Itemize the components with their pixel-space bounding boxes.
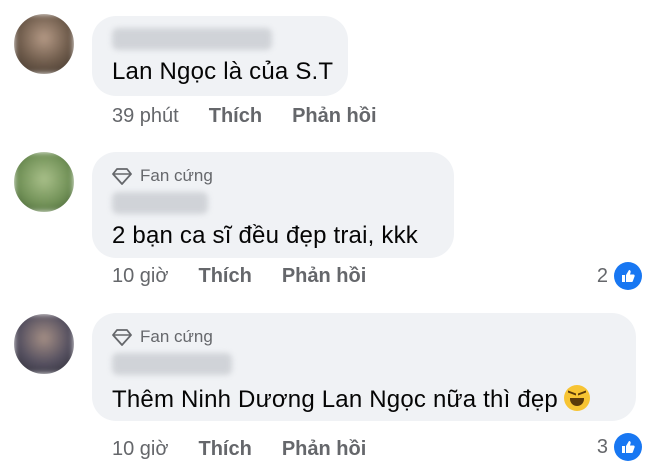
reply-button[interactable]: Phản hồi (292, 105, 376, 128)
comment-text: Lan Ngọc là của S.T (112, 58, 334, 85)
reply-button[interactable]: Phản hồi (282, 438, 366, 461)
avatar[interactable] (14, 152, 74, 212)
comment-text: Thêm Ninh Dương Lan Ngọc nữa thì đẹp (112, 385, 616, 414)
comment-actions: 10 giờ Thích Phản hồi (112, 438, 366, 461)
avatar[interactable] (14, 314, 74, 374)
comment-actions: 39 phút Thích Phản hồi (112, 105, 377, 128)
fan-badge: Fan cứng (112, 164, 434, 188)
comment-actions: 10 giờ Thích Phản hồi (112, 265, 366, 288)
diamond-icon (112, 329, 132, 346)
badge-label: Fan cứng (140, 166, 213, 185)
comment-text-body: Thêm Ninh Dương Lan Ngọc nữa thì đẹp (112, 386, 558, 413)
badge-label: Fan cứng (140, 327, 213, 346)
comment-bubble: Fan cứng 2 bạn ca sĩ đều đẹp trai, kkk (92, 152, 454, 258)
like-button[interactable]: Thích (198, 265, 251, 288)
thumbs-up-icon (614, 262, 642, 290)
reaction-summary[interactable]: 2 (597, 262, 642, 290)
reaction-count: 2 (596, 264, 608, 287)
thumbs-up-icon (614, 433, 642, 461)
author-name[interactable] (112, 353, 232, 375)
timestamp[interactable]: 10 giờ (112, 265, 168, 288)
like-button[interactable]: Thích (198, 438, 251, 461)
fan-badge: Fan cứng (112, 325, 616, 349)
reaction-summary[interactable]: 3 (597, 433, 642, 461)
timestamp[interactable]: 39 phút (112, 105, 179, 128)
comment-bubble: Lan Ngọc là của S.T (92, 16, 348, 96)
timestamp[interactable]: 10 giờ (112, 438, 168, 461)
reaction-count: 3 (596, 435, 608, 458)
like-button[interactable]: Thích (209, 105, 262, 128)
author-name[interactable] (112, 28, 272, 50)
comment-text: 2 bạn ca sĩ đều đẹp trai, kkk (112, 222, 418, 249)
diamond-icon (112, 168, 132, 185)
avatar[interactable] (14, 14, 74, 74)
comment-bubble: Fan cứng Thêm Ninh Dương Lan Ngọc nữa th… (92, 313, 636, 421)
reply-button[interactable]: Phản hồi (282, 265, 366, 288)
grinning-squinting-face-emoji (563, 385, 590, 411)
author-name[interactable] (112, 192, 208, 214)
